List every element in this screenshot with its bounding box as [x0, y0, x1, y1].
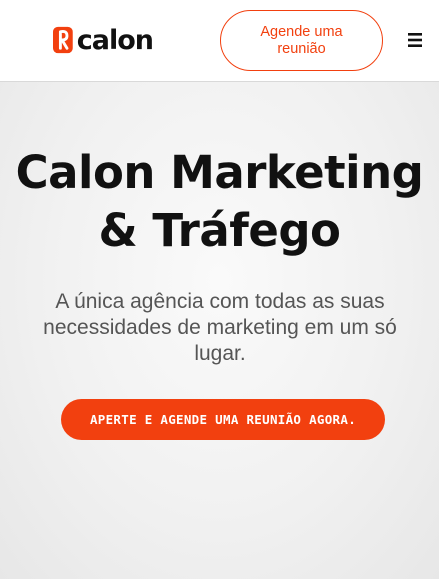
hero-subtitle: A única agência com todas as suas necess…: [43, 290, 397, 365]
schedule-meeting-now-button[interactable]: APERTE E AGENDE UMA REUNIÃO AGORA.: [61, 399, 385, 440]
hero-section: Calon Marketing & Tráfego A única agênci…: [0, 82, 439, 579]
logo-wordmark: calon: [76, 24, 154, 56]
schedule-meeting-button[interactable]: Agende uma reunião: [220, 10, 383, 71]
calon-logo-mark-icon: [53, 26, 73, 54]
hamburger-menu-button[interactable]: [405, 31, 425, 49]
hamburger-menu-icon: [408, 33, 422, 47]
site-header: calon Agende uma reunião: [0, 0, 439, 82]
calon-logo[interactable]: calon: [53, 22, 154, 58]
hero-title: Calon Marketing & Tráfego: [15, 146, 424, 257]
